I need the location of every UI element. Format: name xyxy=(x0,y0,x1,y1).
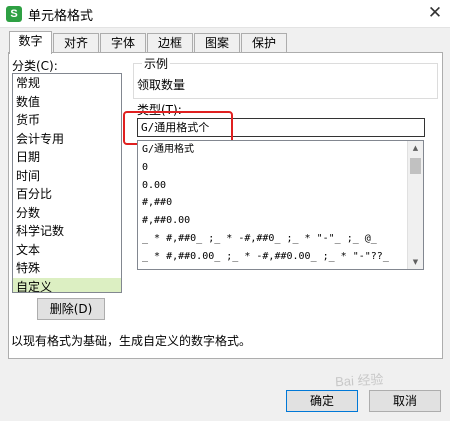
format-item[interactable]: 0 xyxy=(138,159,400,177)
format-item[interactable]: 0.00 xyxy=(138,177,400,195)
category-item[interactable]: 会计专用 xyxy=(13,130,121,149)
watermark-logo: Bai 经验 xyxy=(334,371,384,390)
description-text: 以现有格式为基础，生成自定义的数字格式。 xyxy=(11,334,252,348)
sample-title: 示例 xyxy=(142,55,171,72)
category-item[interactable]: 文本 xyxy=(13,241,121,260)
tab-number[interactable]: 数字 xyxy=(9,31,52,54)
tab-protection[interactable]: 保护 xyxy=(241,33,287,53)
format-item[interactable]: G/通用格式 xyxy=(138,141,400,159)
category-item[interactable]: 数值 xyxy=(13,93,121,112)
tab-border[interactable]: 边框 xyxy=(147,33,193,53)
category-item[interactable]: 分数 xyxy=(13,204,121,223)
window-title: 单元格格式 xyxy=(28,9,94,24)
category-item[interactable]: 科学记数 xyxy=(13,222,121,241)
category-item-selected[interactable]: 自定义 xyxy=(13,277,121,292)
tab-font[interactable]: 字体 xyxy=(100,33,146,53)
close-icon[interactable]: ✕ xyxy=(424,2,446,24)
scroll-thumb[interactable] xyxy=(410,158,421,174)
tab-pattern[interactable]: 图案 xyxy=(194,33,240,53)
format-list-scrollbar[interactable]: ▲ ▼ xyxy=(407,141,423,269)
scroll-down-icon[interactable]: ▼ xyxy=(408,255,423,269)
tab-alignment[interactable]: 对齐 xyxy=(53,33,99,53)
type-label: 类型(T): xyxy=(137,103,182,117)
scroll-up-icon[interactable]: ▲ xyxy=(408,141,423,155)
category-item[interactable]: 货币 xyxy=(13,111,121,130)
category-item[interactable]: 日期 xyxy=(13,148,121,167)
format-list[interactable]: G/通用格式 0 0.00 #,##0 #,##0.00 _ * #,##0_ … xyxy=(137,140,424,270)
type-input[interactable]: G/通用格式个 xyxy=(137,118,425,137)
format-item[interactable]: _ * #,##0_ ;_ * -#,##0_ ;_ * "-"_ ;_ @_ xyxy=(138,230,400,248)
sample-group: 示例 领取数量 xyxy=(133,55,438,99)
category-item[interactable]: 时间 xyxy=(13,167,121,186)
format-item[interactable]: #,##0.00 xyxy=(138,212,400,230)
title-bar: S 单元格格式 ✕ xyxy=(0,0,450,28)
category-item[interactable]: 百分比 xyxy=(13,185,121,204)
delete-button[interactable]: 删除(D) xyxy=(37,298,105,320)
app-logo-icon: S xyxy=(6,6,22,22)
number-panel: 分类(C): 常规 数值 货币 会计专用 日期 时间 百分比 分数 科学记数 文… xyxy=(8,52,443,359)
category-list[interactable]: 常规 数值 货币 会计专用 日期 时间 百分比 分数 科学记数 文本 特殊 自定… xyxy=(12,73,122,293)
format-item[interactable]: _ * #,##0.00_ ;_ * -#,##0.00_ ;_ * "-"??… xyxy=(138,248,400,266)
sample-value: 领取数量 xyxy=(137,78,186,92)
ok-button[interactable]: 确定 xyxy=(286,390,358,412)
cancel-button[interactable]: 取消 xyxy=(369,390,441,412)
category-label: 分类(C): xyxy=(12,59,58,73)
format-item[interactable]: #,##0 xyxy=(138,194,400,212)
category-item[interactable]: 特殊 xyxy=(13,259,121,278)
category-item[interactable]: 常规 xyxy=(13,74,121,93)
